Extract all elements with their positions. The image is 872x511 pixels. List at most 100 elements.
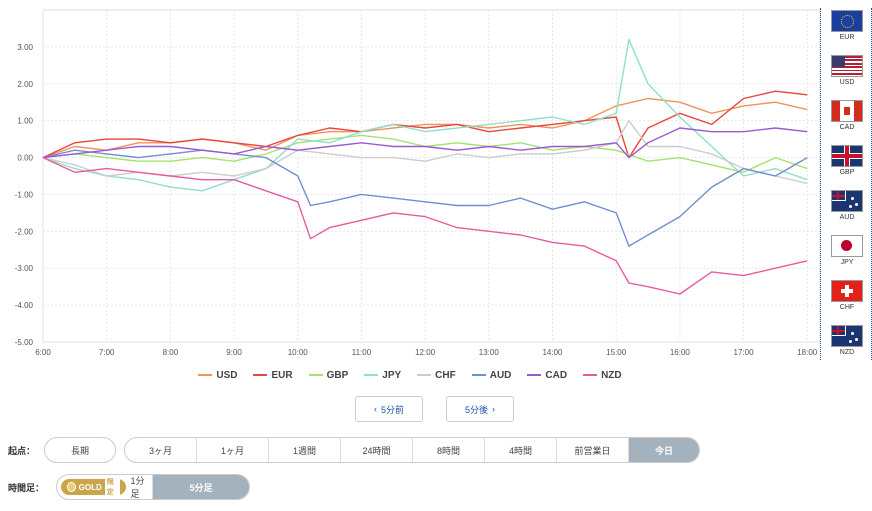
origin-label: 起点：: [8, 446, 36, 456]
flag-button-nzd[interactable]: NZD: [830, 325, 864, 356]
legend-swatch: [308, 374, 323, 376]
flag-button-gbp[interactable]: GBP: [830, 145, 864, 176]
x-tick-label: 9:00: [226, 348, 242, 357]
y-tick-label: -3.00: [15, 264, 34, 273]
timeframe-label: 時間足：: [8, 483, 45, 493]
currency-flag-panel: EUR USD CAD GBP AUD JPY CHF NZD: [820, 8, 872, 360]
flag-button-aud[interactable]: AUD: [830, 190, 864, 221]
chevron-right-icon: ›: [492, 404, 495, 414]
usd-flag-icon: [831, 55, 863, 77]
x-tick-label: 6:00: [35, 348, 51, 357]
legend-label: CHF: [435, 369, 456, 381]
x-tick-label: 18:00: [797, 348, 818, 357]
gold-badge: GOLD 限定: [61, 477, 127, 497]
aud-flag-icon: [831, 190, 863, 212]
origin-option-1[interactable]: 1ヶ月: [197, 438, 269, 462]
legend-swatch: [417, 374, 432, 376]
legend-label: USD: [216, 369, 238, 381]
flag-button-chf[interactable]: CHF: [830, 280, 864, 311]
x-tick-label: 12:00: [415, 348, 436, 357]
eur-flag-icon: [831, 10, 863, 32]
gold-badge-label: GOLD: [78, 482, 102, 492]
legend-item-jpy[interactable]: JPY: [364, 366, 401, 384]
legend-label: NZD: [601, 369, 622, 381]
y-tick-label: 2.00: [17, 80, 33, 89]
flag-label: EUR: [839, 34, 855, 41]
time-step-buttons: ‹ 5分前 5分後 ›: [0, 396, 872, 422]
flag-label: GBP: [839, 169, 855, 176]
legend-item-usd[interactable]: USD: [198, 366, 237, 384]
legend-swatch: [527, 374, 542, 376]
gold-limited-tag: 限定: [104, 477, 121, 497]
x-tick-label: 16:00: [670, 348, 691, 357]
flag-button-cad[interactable]: CAD: [830, 100, 864, 131]
origin-segment: 3ヶ月 1ヶ月 1週間 24時間 8時間 4時間 前営業日 今日: [124, 437, 700, 463]
legend-label: JPY: [382, 369, 402, 381]
nzd-flag-icon: [831, 325, 863, 347]
origin-long-button[interactable]: 長期: [44, 437, 116, 463]
y-tick-label: -5.00: [15, 338, 34, 347]
legend-item-nzd[interactable]: NZD: [583, 366, 622, 384]
prev-5min-label: 5分前: [380, 404, 404, 415]
x-tick-label: 17:00: [734, 348, 755, 357]
origin-option-3[interactable]: 24時間: [341, 438, 413, 462]
x-tick-label: 11:00: [352, 348, 372, 357]
y-tick-label: -1.00: [15, 190, 34, 199]
chevron-left-icon: ‹: [373, 404, 377, 414]
flag-label: CAD: [839, 124, 855, 131]
legend-swatch: [198, 374, 213, 376]
next-5min-button[interactable]: 5分後 ›: [446, 396, 514, 422]
legend-swatch: [253, 374, 268, 376]
y-tick-label: 3.00: [17, 43, 33, 52]
origin-option-2[interactable]: 1週間: [269, 438, 341, 462]
y-tick-label: -2.00: [15, 227, 34, 236]
legend-item-gbp[interactable]: GBP: [308, 366, 349, 384]
x-tick-label: 14:00: [542, 348, 563, 357]
x-tick-label: 7:00: [99, 348, 115, 357]
timeframe-option-label: 1分足: [130, 476, 145, 499]
legend-item-aud[interactable]: AUD: [471, 366, 512, 384]
x-tick-label: 8:00: [163, 348, 179, 357]
gbp-flag-icon: [831, 145, 863, 167]
legend-swatch: [364, 374, 379, 376]
chart: 3.00 2.00 1.00 0.00 -1.00 -2.00 -3.00 -4.00 -5.0…: [15, 9, 821, 357]
cad-flag-icon: [831, 100, 863, 122]
flag-button-usd[interactable]: USD: [830, 55, 864, 86]
flag-label: CHF: [839, 304, 855, 311]
flag-button-eur[interactable]: EUR: [830, 10, 864, 41]
legend-swatch: [471, 374, 486, 376]
legend-item-cad[interactable]: CAD: [527, 366, 567, 384]
flag-label: USD: [839, 79, 855, 86]
next-5min-label: 5分後: [464, 404, 488, 415]
prev-5min-button[interactable]: ‹ 5分前: [355, 396, 423, 422]
x-tick-label: 15:00: [606, 348, 627, 357]
origin-option-4[interactable]: 8時間: [413, 438, 485, 462]
timeframe-segment: GOLD 限定 1分足 5分足: [56, 474, 250, 500]
legend-label: EUR: [271, 369, 293, 381]
legend-swatch: [583, 374, 598, 376]
origin-option-0[interactable]: 3ヶ月: [125, 438, 197, 462]
flag-label: JPY: [840, 259, 854, 266]
x-tick-label: 13:00: [479, 348, 500, 357]
gold-coin-icon: [67, 482, 76, 492]
flag-label: AUD: [839, 214, 855, 221]
jpy-flag-icon: [831, 235, 863, 257]
y-tick-label: 1.00: [17, 117, 33, 126]
legend-item-chf[interactable]: CHF: [417, 366, 456, 384]
legend-item-eur[interactable]: EUR: [253, 366, 293, 384]
origin-option-5[interactable]: 4時間: [485, 438, 557, 462]
legend-label: CAD: [545, 369, 568, 381]
legend-label: AUD: [489, 369, 512, 381]
origin-option-6[interactable]: 前営業日: [557, 438, 629, 462]
y-tick-label: 0.00: [17, 154, 33, 163]
plot-area: [42, 9, 821, 343]
flag-button-jpy[interactable]: JPY: [830, 235, 864, 266]
origin-option-7[interactable]: 今日: [629, 438, 699, 462]
x-tick-label: 10:00: [288, 348, 309, 357]
legend-label: GBP: [326, 369, 349, 381]
chf-flag-icon: [831, 280, 863, 302]
flag-label: NZD: [839, 349, 855, 356]
gold-1min-option[interactable]: GOLD 限定 1分足: [57, 475, 153, 499]
timeframe-option-5min[interactable]: 5分足: [153, 475, 249, 499]
y-tick-label: -4.00: [15, 301, 34, 310]
